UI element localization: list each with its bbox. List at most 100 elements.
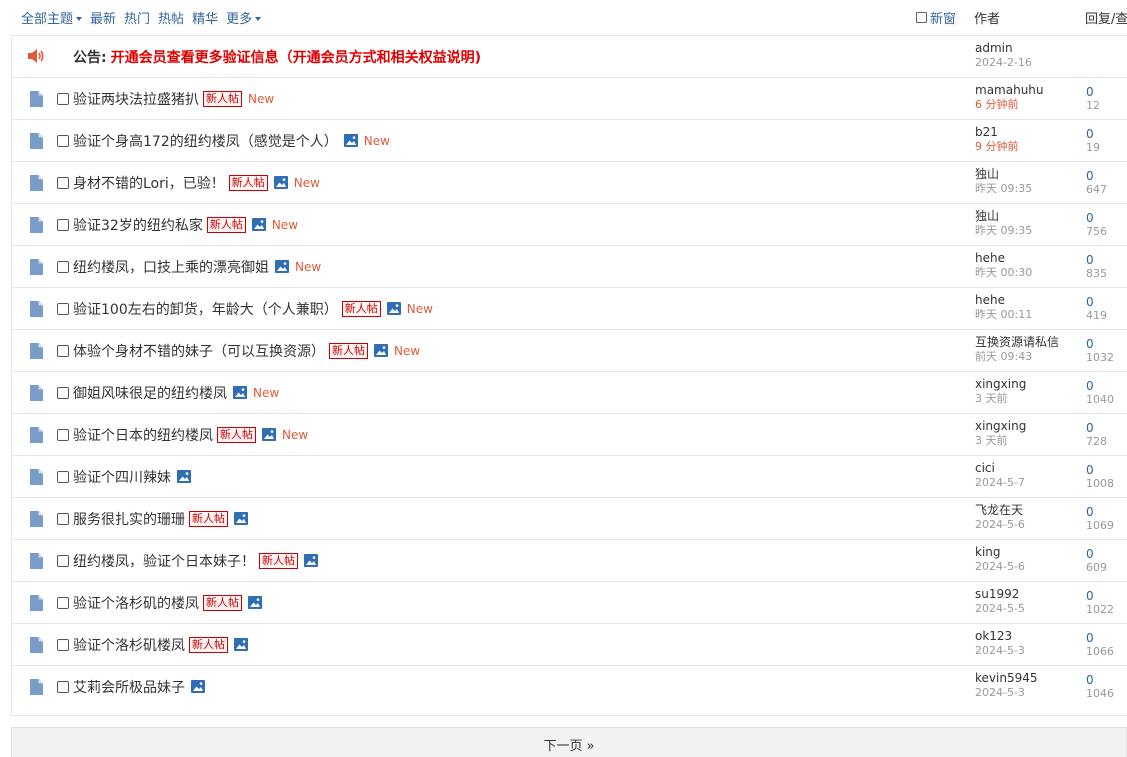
reply-count[interactable]: 0 xyxy=(1086,505,1127,519)
thread-title-link[interactable]: 验证个四川辣妹 xyxy=(73,467,171,487)
view-count: 419 xyxy=(1086,309,1107,322)
image-icon xyxy=(248,596,262,609)
author-name[interactable]: 独山 xyxy=(975,209,1085,224)
author-name[interactable]: 互换资源请私信 xyxy=(975,335,1085,350)
thread-title-cell: 验证个四川辣妹 xyxy=(57,456,191,497)
reply-view-cell: 0 647 xyxy=(1086,169,1127,197)
thread-title-link[interactable]: 纽约楼凤，验证个日本妹子！ xyxy=(73,551,255,571)
reply-count[interactable]: 0 xyxy=(1086,169,1127,183)
thread-checkbox[interactable] xyxy=(57,302,69,315)
thread-title-link[interactable]: 纽约楼凤，口技上乘的漂亮御姐 xyxy=(73,257,269,277)
reply-count[interactable]: 0 xyxy=(1086,127,1127,141)
author-name[interactable]: ok123 xyxy=(975,629,1085,644)
reply-count[interactable]: 0 xyxy=(1086,463,1127,477)
thread-title-link[interactable]: 验证32岁的纽约私家 xyxy=(73,215,203,235)
thread-title-cell: 验证个身高172的纽约楼凤（感觉是个人） New xyxy=(57,120,390,161)
thread-checkbox[interactable] xyxy=(57,134,69,147)
thread-title-link[interactable]: 验证100左右的卸货，年龄大（个人兼职） xyxy=(73,299,338,319)
new-marker: New xyxy=(282,427,309,442)
filter-hot[interactable]: 热门 xyxy=(124,8,150,27)
thread-title-link[interactable]: 验证个洛杉矶的楼凤 xyxy=(73,593,199,613)
author-name[interactable]: admin xyxy=(975,41,1085,56)
thread-checkbox[interactable] xyxy=(57,680,69,693)
reply-count[interactable]: 0 xyxy=(1086,547,1127,561)
author-name[interactable]: mamahuhu xyxy=(975,83,1085,98)
thread-author-cell: su1992 2024-5-5 xyxy=(975,587,1085,616)
thread-title-cell: 服务很扎实的珊珊 新人帖 xyxy=(57,498,248,539)
author-name[interactable]: 独山 xyxy=(975,167,1085,182)
post-time: 昨天 09:35 xyxy=(975,224,1033,237)
filter-digest[interactable]: 精华 xyxy=(192,8,218,27)
document-icon xyxy=(30,259,43,275)
thread-checkbox[interactable] xyxy=(57,428,69,441)
view-count: 1032 xyxy=(1086,351,1114,364)
filter-all-topics[interactable]: 全部主题 xyxy=(21,8,83,27)
thread-checkbox[interactable] xyxy=(57,218,69,231)
view-count: 728 xyxy=(1086,435,1107,448)
author-name[interactable]: king xyxy=(975,545,1085,560)
thread-title-link[interactable]: 验证两块法拉盛猪扒 xyxy=(73,89,199,109)
view-count: 1069 xyxy=(1086,519,1114,532)
thread-title-link[interactable]: 艾莉会所极品妹子 xyxy=(73,677,185,697)
thread-checkbox[interactable] xyxy=(57,638,69,651)
reply-count[interactable]: 0 xyxy=(1086,85,1127,99)
thread-checkbox[interactable] xyxy=(57,260,69,273)
author-name[interactable]: cici xyxy=(975,461,1085,476)
reply-count[interactable]: 0 xyxy=(1086,631,1127,645)
thread-checkbox[interactable] xyxy=(57,176,69,189)
thread-author-cell: hehe 昨天 00:11 xyxy=(975,293,1085,322)
author-name[interactable]: hehe xyxy=(975,251,1085,266)
reply-view-cell: 0 1040 xyxy=(1086,379,1127,407)
thread-title-link[interactable]: 御姐风味很足的纽约楼凤 xyxy=(73,383,227,403)
reply-count[interactable]: 0 xyxy=(1086,337,1127,351)
thread-title-link[interactable]: 服务很扎实的珊珊 xyxy=(73,509,185,529)
newbie-badge: 新人帖 xyxy=(217,426,256,443)
author-name[interactable]: hehe xyxy=(975,293,1085,308)
author-name[interactable]: b21 xyxy=(975,125,1085,140)
thread-title-link[interactable]: 身材不错的Lori，已验！ xyxy=(73,173,225,193)
thread-checkbox[interactable] xyxy=(57,92,69,105)
thread-title-cell: 验证32岁的纽约私家 新人帖 New xyxy=(57,204,298,245)
thread-checkbox[interactable] xyxy=(57,554,69,567)
thread-checkbox[interactable] xyxy=(57,470,69,483)
post-time: 9 分钟前 xyxy=(975,140,1019,153)
thread-checkbox[interactable] xyxy=(57,596,69,609)
thread-title-link[interactable]: 体验个身材不错的妹子（可以互换资源） xyxy=(73,341,325,361)
reply-count[interactable]: 0 xyxy=(1086,211,1127,225)
newbie-badge: 新人帖 xyxy=(203,594,242,611)
reply-count[interactable]: 0 xyxy=(1086,253,1127,267)
thread-checkbox[interactable] xyxy=(57,386,69,399)
filter-hot-posts[interactable]: 热帖 xyxy=(158,8,184,27)
author-name[interactable]: kevin5945 xyxy=(975,671,1085,686)
reply-count[interactable]: 0 xyxy=(1086,589,1127,603)
thread-title-link[interactable]: 验证个洛杉矶楼凤 xyxy=(73,635,185,655)
author-name[interactable]: su1992 xyxy=(975,587,1085,602)
thread-checkbox[interactable] xyxy=(57,344,69,357)
author-name[interactable]: xingxing xyxy=(975,419,1085,434)
reply-count[interactable]: 0 xyxy=(1086,673,1127,687)
announcement-author: admin 2024-2-16 xyxy=(975,41,1085,70)
thread-row: 验证两块法拉盛猪扒 新人帖 New mamahuhu 6 分钟前 0 12 xyxy=(12,78,1127,120)
thread-checkbox[interactable] xyxy=(57,512,69,525)
filter-latest[interactable]: 最新 xyxy=(90,8,116,27)
new-window-toggle[interactable]: 新窗 xyxy=(916,0,956,34)
thread-row: 身材不错的Lori，已验！ 新人帖 New 独山 昨天 09:35 0 647 xyxy=(12,162,1127,204)
filter-more[interactable]: 更多 xyxy=(226,8,262,27)
newbie-badge: 新人帖 xyxy=(341,300,381,317)
thread-author-cell: ok123 2024-5-3 xyxy=(975,629,1085,658)
thread-title-link[interactable]: 验证个日本的纽约楼凤 xyxy=(73,425,213,445)
reply-count[interactable]: 0 xyxy=(1086,421,1127,435)
new-window-checkbox[interactable] xyxy=(916,11,927,23)
next-page-button[interactable]: 下一页 » xyxy=(11,727,1127,757)
thread-title-link[interactable]: 验证个身高172的纽约楼凤（感觉是个人） xyxy=(73,131,338,151)
author-name[interactable]: xingxing xyxy=(975,377,1085,392)
author-name[interactable]: 飞龙在天 xyxy=(975,503,1085,518)
reply-count[interactable]: 0 xyxy=(1086,379,1127,393)
new-marker: New xyxy=(248,91,275,106)
announcement-link[interactable]: 开通会员查看更多验证信息（开通会员方式和相关权益说明) xyxy=(111,47,481,67)
thread-author-cell: 独山 昨天 09:35 xyxy=(975,209,1085,238)
view-count: 835 xyxy=(1086,267,1107,280)
thread-row: 验证32岁的纽约私家 新人帖 New 独山 昨天 09:35 0 756 xyxy=(12,204,1127,246)
reply-view-column-header: 回复/查看 xyxy=(1085,11,1127,27)
reply-count[interactable]: 0 xyxy=(1086,295,1127,309)
